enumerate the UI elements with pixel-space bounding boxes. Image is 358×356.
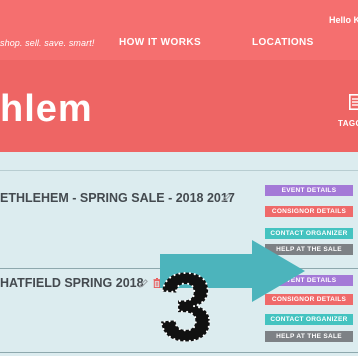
contact-organizer-button[interactable]: CONTACT ORGANIZER bbox=[265, 228, 353, 239]
user-greeting[interactable]: Hello K bbox=[329, 15, 358, 25]
tag-label[interactable]: TAGG bbox=[338, 119, 358, 128]
page-hero: hlem TAGG bbox=[0, 60, 358, 152]
section-divider bbox=[0, 170, 358, 171]
event-details-button[interactable]: EVENT DETAILS bbox=[265, 185, 353, 196]
top-navigation-bar: shop. sell. save. smart! HOW IT WORKS LO… bbox=[0, 0, 358, 60]
step-number-badge: 3 3 bbox=[160, 262, 212, 348]
site-tagline: shop. sell. save. smart! bbox=[0, 38, 95, 48]
section-divider bbox=[0, 352, 358, 353]
sale-title[interactable]: ETHLEHEM - SPRING SALE - 2018 2017 bbox=[0, 191, 235, 205]
sale-title[interactable]: HATFIELD SPRING 2018 bbox=[0, 276, 144, 290]
consignor-details-button[interactable]: CONSIGNOR DETAILS bbox=[265, 206, 353, 217]
pencil-icon[interactable] bbox=[221, 192, 232, 203]
tag-document-icon[interactable] bbox=[349, 94, 358, 110]
contact-organizer-button[interactable]: CONTACT ORGANIZER bbox=[265, 314, 353, 325]
step-number-dots: 3 bbox=[160, 262, 212, 348]
nav-locations[interactable]: LOCATIONS bbox=[252, 37, 314, 48]
pencil-icon[interactable] bbox=[138, 278, 149, 289]
nav-how-it-works[interactable]: HOW IT WORKS bbox=[119, 37, 201, 48]
page-title: hlem bbox=[0, 88, 93, 130]
help-at-the-sale-button[interactable]: HELP AT THE SALE bbox=[265, 331, 353, 342]
